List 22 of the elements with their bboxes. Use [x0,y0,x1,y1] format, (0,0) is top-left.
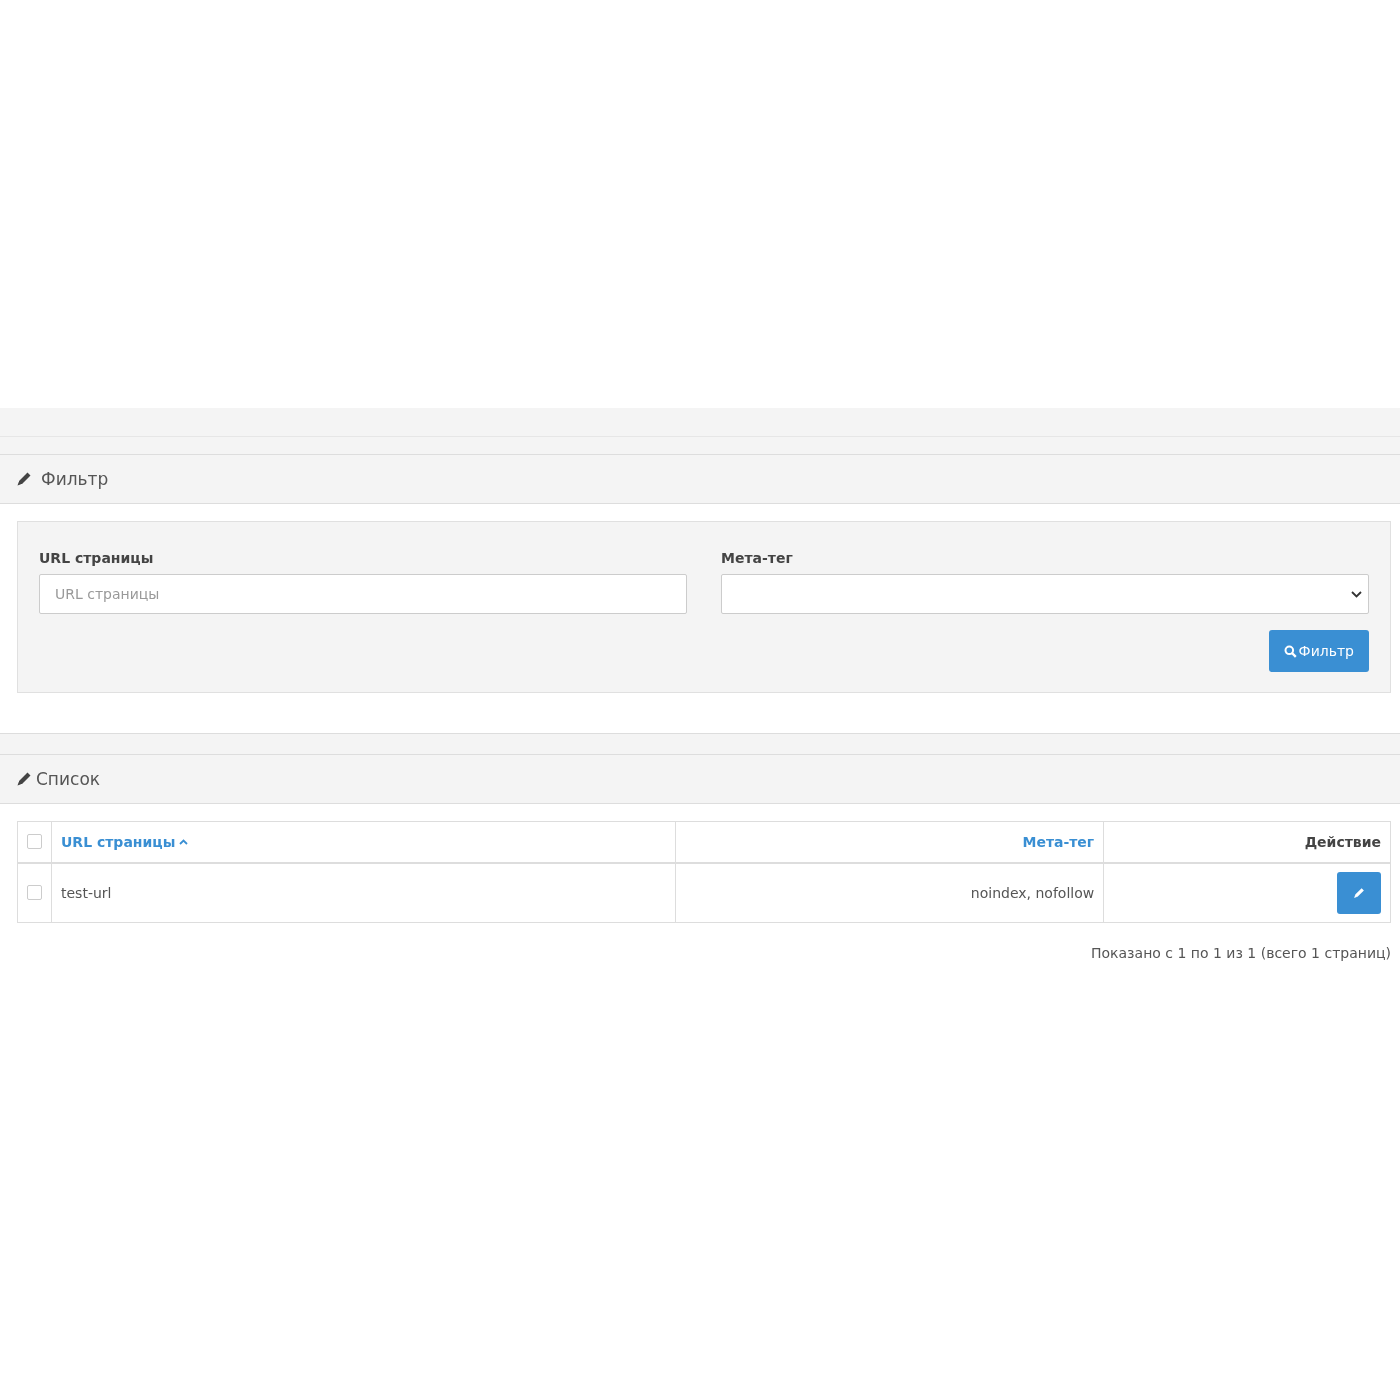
pencil-icon [1353,886,1365,899]
filter-button[interactable]: Фильтр [1268,630,1369,672]
field-label: Мета-тег [721,550,794,566]
chevron-down-icon [1351,590,1362,598]
select-all-checkbox[interactable] [27,834,42,850]
panel-title: Список [36,769,101,789]
field-label: URL страницы [39,550,155,566]
column-sort-link[interactable]: URL страницы [61,833,189,850]
pencil-icon [16,471,32,487]
table-cell: test-url [61,884,112,901]
table-cell: noindex, nofollow [970,884,1095,901]
caret-up-icon [179,838,189,845]
pagination-info: Показано с 1 по 1 из 1 (всего 1 страниц) [1091,945,1391,961]
pencil-icon [16,771,32,787]
url-input-field[interactable]: URL страницы [39,574,687,614]
panel-title: Фильтр [41,469,109,489]
row-checkbox[interactable] [27,885,42,901]
column-header: Действие [1304,833,1381,850]
meta-tag-select[interactable] [721,574,1369,614]
search-icon [1283,644,1297,658]
edit-button[interactable] [1337,871,1381,914]
column-sort-link[interactable]: Мета-тег [1022,833,1095,850]
